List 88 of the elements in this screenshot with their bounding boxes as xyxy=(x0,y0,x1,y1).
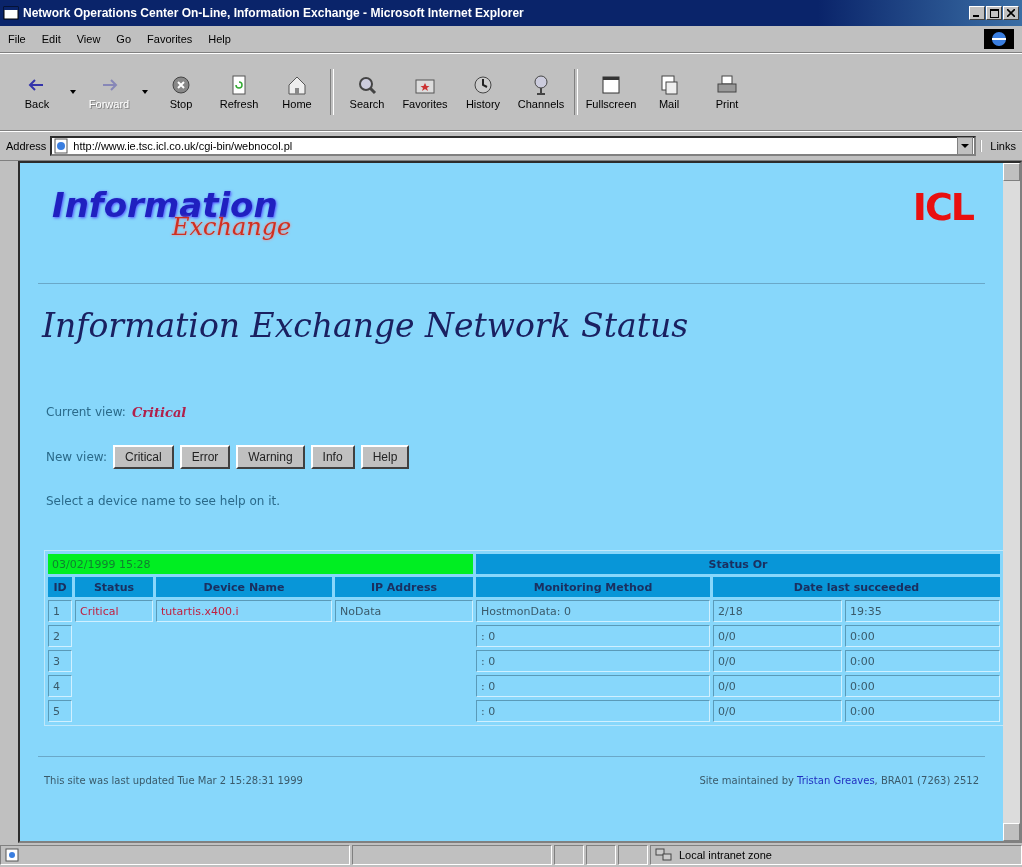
table-cell: : 0 xyxy=(476,625,710,647)
menu-item[interactable]: Edit xyxy=(41,33,61,45)
toolbar-button[interactable]: Print xyxy=(698,72,756,112)
toolbar-button[interactable]: History xyxy=(454,72,512,112)
table-cell: 1 xyxy=(48,600,72,622)
view-button[interactable]: Info xyxy=(310,445,355,469)
window-title: Network Operations Center On-Line, Information Exchange - Microsoft Internet Explorer xyxy=(23,6,524,20)
menu-item[interactable]: View xyxy=(76,33,101,45)
column-header: ID xyxy=(48,577,72,597)
close-button[interactable] xyxy=(1003,6,1019,20)
maximize-button[interactable] xyxy=(986,6,1002,20)
print-icon xyxy=(715,74,739,96)
table-cell: 0:00 xyxy=(844,700,1000,722)
minimize-button[interactable] xyxy=(969,6,985,20)
view-button[interactable]: Error xyxy=(179,445,231,469)
table-cell: 2/18 xyxy=(713,600,842,622)
browser-icon xyxy=(3,5,19,21)
column-header: Date last succeeded xyxy=(713,577,1000,597)
table-cell: 0:00 xyxy=(844,675,1000,697)
table-cell: 0/0 xyxy=(713,650,842,672)
table-cell: 5 xyxy=(48,700,72,722)
table-cell: 0/0 xyxy=(713,675,842,697)
new-view-label: New view: xyxy=(46,450,107,464)
address-field[interactable]: http://www.ie.tsc.icl.co.uk/cgi-bin/webnocol.pl xyxy=(50,136,977,156)
device-link[interactable]: tutartis.x400.i xyxy=(156,600,332,622)
table-cell: 2 xyxy=(48,625,72,647)
status-panel xyxy=(618,845,648,865)
table-cell: NoData xyxy=(335,600,473,622)
status-panel xyxy=(586,845,616,865)
stop-icon xyxy=(169,74,193,96)
page-heading: Information Exchange Network Status xyxy=(42,306,690,345)
browser-logo xyxy=(984,29,1014,49)
toolbar-button[interactable]: Refresh xyxy=(210,72,268,112)
dropdown-arrow-icon[interactable] xyxy=(70,90,76,94)
view-button[interactable]: Help xyxy=(360,445,410,469)
page-icon xyxy=(5,848,19,862)
history-icon xyxy=(471,74,495,96)
column-header: Device Name xyxy=(156,577,332,597)
table-cell: : 0 xyxy=(476,675,710,697)
menu-item[interactable]: Go xyxy=(116,33,132,45)
toolbar-button[interactable]: Home xyxy=(268,72,326,112)
menu-item[interactable]: File xyxy=(8,33,26,45)
dropdown-button-icon[interactable] xyxy=(957,137,974,155)
toolbar-button[interactable]: Stop xyxy=(152,72,210,112)
scrollbar[interactable] xyxy=(1003,163,1020,841)
table-cell: 0/0 xyxy=(713,625,842,647)
maintainer-text: Site maintained by Tristan Greaves, BRA01 (7263) 2512 xyxy=(699,775,979,786)
zone-text: Local intranet zone xyxy=(679,849,772,861)
table-cell: : 0 xyxy=(476,650,710,672)
column-header: IP Address xyxy=(335,577,473,597)
toolbar-button[interactable]: Channels xyxy=(512,72,570,112)
table-cell: Critical xyxy=(75,600,153,622)
menu-item[interactable]: Favorites xyxy=(147,33,193,45)
table-cell: 0:00 xyxy=(844,625,1000,647)
timestamp-header: 03/02/1999 15:28 xyxy=(48,554,473,574)
address-label: Address xyxy=(6,140,47,152)
table-cell: 4 xyxy=(48,675,72,697)
table-cell: HostmonData: 0 xyxy=(476,600,710,622)
current-view-label: Current view: xyxy=(46,405,126,420)
column-header: Status xyxy=(75,577,153,597)
view-button[interactable]: Critical xyxy=(113,445,174,469)
page-icon xyxy=(53,138,70,154)
maintainer-link[interactable]: Tristan Greaves xyxy=(797,775,875,786)
toolbar-button[interactable]: Search xyxy=(338,72,396,112)
toolbar-button[interactable]: Favorites xyxy=(396,72,454,112)
hint-text: Select a device name to see help on it. xyxy=(46,494,282,508)
status-panel xyxy=(554,845,584,865)
close-icon xyxy=(1007,9,1015,17)
brand-logo: ICL xyxy=(912,185,973,229)
toolbar-button[interactable]: Mail xyxy=(640,72,698,112)
toolbar-button[interactable]: Back xyxy=(8,72,66,112)
table-cell: : 0 xyxy=(476,700,710,722)
current-view-value: Critical xyxy=(131,405,187,420)
table-cell: 0/0 xyxy=(713,700,842,722)
toolbar-button[interactable]: Fullscreen xyxy=(582,72,640,112)
table-cell: 0:00 xyxy=(844,650,1000,672)
column-header: Monitoring Method xyxy=(476,577,710,597)
menu-item[interactable]: Help xyxy=(208,33,231,45)
links-button[interactable]: Links xyxy=(980,140,1016,152)
network-icon xyxy=(655,848,673,862)
group-header: Status Or xyxy=(476,554,1000,574)
maximize-icon xyxy=(989,8,999,18)
table-cell: 3 xyxy=(48,650,72,672)
home-icon xyxy=(285,74,309,96)
fullscreen-icon xyxy=(599,74,623,96)
last-updated-text: This site was last updated Tue Mar 2 15:28:31 1999 xyxy=(44,775,303,786)
view-button[interactable]: Warning xyxy=(236,445,305,469)
table-cell: 19:35 xyxy=(844,600,1000,622)
